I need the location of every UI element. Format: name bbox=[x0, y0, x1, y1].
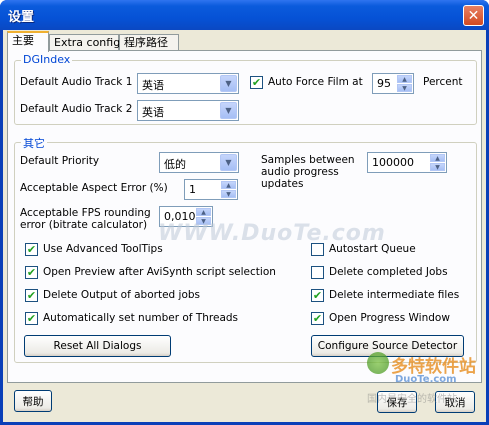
delete-intermediate-files-checkbox[interactable]: ✔ Delete intermediate files bbox=[311, 289, 471, 303]
watermark-brand-en: DuoTe.com bbox=[395, 374, 457, 385]
audio-track-1-value: 英语 bbox=[142, 79, 164, 92]
other-legend: 其它 bbox=[21, 135, 47, 151]
audio-track-1-select[interactable]: 英语 ▼ bbox=[137, 73, 239, 94]
auto-force-film-spinner[interactable]: 95 ▲ ▼ bbox=[372, 73, 414, 94]
default-priority-value: 低的 bbox=[164, 158, 186, 171]
dgindex-legend: DGIndex bbox=[21, 53, 73, 66]
default-priority-select[interactable]: 低的 ▼ bbox=[159, 152, 239, 173]
spin-down-icon[interactable]: ▼ bbox=[221, 190, 236, 198]
spin-down-icon[interactable]: ▼ bbox=[430, 163, 445, 171]
tab-extra-config[interactable]: Extra config bbox=[49, 34, 121, 51]
tab-main[interactable]: 主要 bbox=[7, 31, 49, 52]
chevron-down-icon: ▼ bbox=[220, 154, 237, 171]
open-progress-window-label: Open Progress Window bbox=[329, 312, 450, 324]
fps-rounding-label: Acceptable FPS rounding error (bitrate c… bbox=[20, 207, 151, 231]
auto-force-film-checkbox[interactable]: ✔ Auto Force Film at bbox=[250, 76, 365, 90]
aspect-error-spinner[interactable]: 1 ▲ ▼ bbox=[184, 179, 238, 200]
check-icon: ✔ bbox=[311, 289, 324, 302]
tab-program-paths-label: 程序路径 bbox=[124, 36, 168, 49]
open-preview-label: Open Preview after AviSynth script selec… bbox=[43, 266, 276, 278]
window-title: 设置 bbox=[8, 10, 35, 25]
samples-value: 100000 bbox=[372, 156, 414, 169]
open-preview-checkbox[interactable]: ✔ Open Preview after AviSynth script sel… bbox=[25, 266, 285, 280]
check-icon: ✔ bbox=[25, 243, 38, 256]
dialog-client-area: 主要 Extra config 程序路径 DGIndex Default Aud… bbox=[3, 30, 486, 422]
watermark-text: WWW.DuoTe.com bbox=[158, 221, 386, 246]
spin-up-icon[interactable]: ▲ bbox=[430, 154, 445, 162]
spinner-buttons: ▲ ▼ bbox=[430, 154, 445, 171]
default-priority-label: Default Priority bbox=[20, 155, 100, 167]
watermark-brand-sub: 国内最安全的软件站 bbox=[367, 394, 457, 405]
samples-spinner[interactable]: 100000 ▲ ▼ bbox=[367, 152, 447, 173]
spinner-buttons: ▲ ▼ bbox=[397, 75, 412, 92]
reset-all-dialogs-button[interactable]: Reset All Dialogs bbox=[24, 335, 171, 357]
auto-force-film-value: 95 bbox=[377, 77, 391, 90]
dgindex-group: DGIndex Default Audio Track 1 英语 ▼ Defau… bbox=[14, 53, 477, 125]
settings-window: 设置 ✕ 主要 Extra config 程序路径 DGIndex Defaul… bbox=[0, 0, 489, 425]
check-icon: ✔ bbox=[250, 76, 263, 89]
other-group: 其它 Default Priority 低的 ▼ Samples between… bbox=[14, 135, 477, 363]
audio-track-2-value: 英语 bbox=[142, 106, 164, 119]
tab-panel-main: DGIndex Default Audio Track 1 英语 ▼ Defau… bbox=[7, 50, 482, 383]
audio-track-2-label: Default Audio Track 2 bbox=[20, 103, 133, 115]
delete-completed-jobs-label: Delete completed Jobs bbox=[329, 266, 448, 278]
tab-program-paths[interactable]: 程序路径 bbox=[119, 34, 179, 51]
check-icon: ✔ bbox=[311, 312, 324, 325]
check-icon: ✔ bbox=[25, 289, 38, 302]
audio-track-1-label: Default Audio Track 1 bbox=[20, 76, 133, 88]
close-icon: ✕ bbox=[467, 7, 480, 24]
auto-threads-checkbox[interactable]: ✔ Automatically set number of Threads bbox=[25, 312, 265, 326]
delete-completed-jobs-checkbox[interactable]: Delete completed Jobs bbox=[311, 266, 471, 280]
percent-label: Percent bbox=[423, 76, 463, 88]
check-icon: ✔ bbox=[25, 312, 38, 325]
chevron-down-icon: ▼ bbox=[220, 75, 237, 92]
samples-label: Samples between audio progress updates bbox=[261, 154, 355, 190]
auto-force-film-label: Auto Force Film at bbox=[268, 76, 363, 88]
tab-extra-config-label: Extra config bbox=[54, 36, 121, 49]
check-icon: ✔ bbox=[25, 266, 38, 279]
aspect-error-value: 1 bbox=[189, 183, 196, 196]
auto-threads-label: Automatically set number of Threads bbox=[43, 312, 239, 324]
delete-intermediate-files-label: Delete intermediate files bbox=[329, 289, 460, 301]
audio-track-2-select[interactable]: 英语 ▼ bbox=[137, 100, 239, 121]
spin-down-icon[interactable]: ▼ bbox=[397, 84, 412, 92]
checkbox-empty-icon bbox=[311, 266, 324, 279]
spinner-buttons: ▲ ▼ bbox=[221, 181, 236, 198]
tab-main-label: 主要 bbox=[12, 34, 34, 47]
spin-up-icon[interactable]: ▲ bbox=[397, 75, 412, 83]
help-button[interactable]: 帮助 bbox=[14, 390, 52, 412]
spin-up-icon[interactable]: ▲ bbox=[221, 181, 236, 189]
close-button[interactable]: ✕ bbox=[463, 5, 484, 26]
title-bar[interactable]: 设置 ✕ bbox=[0, 0, 489, 30]
use-advanced-tooltips-label: Use Advanced ToolTips bbox=[43, 243, 163, 255]
logo-icon bbox=[367, 352, 389, 374]
watermark-logo: 多特软件站 DuoTe.com 国内最安全的软件站 bbox=[367, 352, 487, 422]
delete-output-aborted-label: Delete Output of aborted jobs bbox=[43, 289, 201, 301]
chevron-down-icon: ▼ bbox=[220, 102, 237, 119]
open-progress-window-checkbox[interactable]: ✔ Open Progress Window bbox=[311, 312, 471, 326]
aspect-error-label: Acceptable Aspect Error (%) bbox=[20, 182, 168, 194]
spin-up-icon[interactable]: ▲ bbox=[196, 208, 211, 216]
delete-output-aborted-checkbox[interactable]: ✔ Delete Output of aborted jobs bbox=[25, 289, 265, 303]
